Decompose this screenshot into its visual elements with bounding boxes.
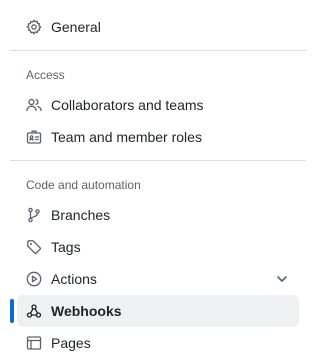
sidebar-item-branches[interactable]: Branches <box>17 199 299 231</box>
play-icon <box>26 271 42 287</box>
sidebar-item-label: Pages <box>51 335 91 351</box>
browser-icon <box>26 335 42 351</box>
id-badge-icon <box>26 129 42 145</box>
section-heading-access: Access <box>26 68 65 82</box>
chevron-down-icon[interactable] <box>274 271 290 287</box>
sidebar-item-label: Actions <box>51 271 97 287</box>
sidebar-item-collaborators[interactable]: Collaborators and teams <box>17 89 299 121</box>
sidebar-item-tags[interactable]: Tags <box>17 231 299 263</box>
gear-icon <box>26 19 42 35</box>
active-indicator <box>10 299 14 323</box>
section-divider <box>10 160 306 161</box>
people-icon <box>26 97 42 113</box>
webhook-icon <box>26 303 42 319</box>
sidebar-item-webhooks[interactable]: Webhooks <box>17 295 299 327</box>
settings-sidebar-nav: General Access Collaborators and teams T… <box>0 0 315 360</box>
sidebar-item-label: Webhooks <box>51 303 122 319</box>
sidebar-item-team-member-roles[interactable]: Team and member roles <box>17 121 299 153</box>
tag-icon <box>26 239 42 255</box>
sidebar-item-actions[interactable]: Actions <box>17 263 299 295</box>
git-branch-icon <box>26 207 42 223</box>
sidebar-item-label: Branches <box>51 207 111 223</box>
sidebar-item-label: Team and member roles <box>51 129 202 145</box>
section-divider <box>10 50 306 51</box>
sidebar-item-general[interactable]: General <box>17 11 299 43</box>
sidebar-item-label: Collaborators and teams <box>51 97 204 113</box>
section-heading-code-automation: Code and automation <box>26 178 141 192</box>
sidebar-item-label: Tags <box>51 239 81 255</box>
sidebar-item-label: General <box>51 19 101 35</box>
sidebar-item-pages[interactable]: Pages <box>17 327 299 359</box>
